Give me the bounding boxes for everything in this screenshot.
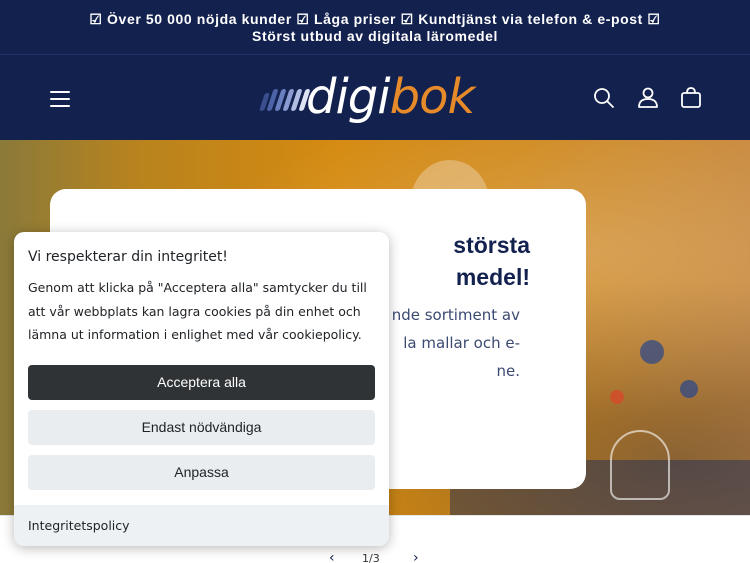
search-icon[interactable] [591, 85, 617, 111]
slider-counter: 1/3 [362, 552, 380, 563]
hero-photo-vase [610, 430, 670, 500]
hero-photo-flower [680, 380, 698, 398]
announcement-line-2: Störst utbud av digitala läromedel [252, 28, 498, 44]
account-icon[interactable] [635, 85, 661, 111]
logo-wordmark: digibok [306, 65, 476, 129]
cart-icon[interactable] [678, 85, 704, 111]
slider-next-button[interactable]: › [413, 550, 419, 563]
site-header: digibok [0, 55, 750, 140]
necessary-only-button[interactable]: Endast nödvändiga [28, 410, 375, 445]
site-logo[interactable]: digibok [256, 67, 496, 131]
slider-prev-button[interactable]: ‹ [329, 550, 335, 563]
accept-all-button[interactable]: Acceptera alla [28, 365, 375, 400]
menu-icon[interactable] [50, 91, 70, 107]
privacy-policy-link[interactable]: Integritetspolicy [28, 518, 130, 533]
customize-button[interactable]: Anpassa [28, 455, 375, 490]
consent-title: Vi respekterar din integritet! [28, 249, 228, 265]
cookie-consent-dialog: Vi respekterar din integritet! Genom att… [14, 232, 389, 546]
hero-photo-flower [640, 340, 664, 364]
announcement-bar: ☑ Över 50 000 nöjda kunder ☑ Låga priser… [0, 0, 750, 55]
hero-photo-flower [610, 390, 624, 404]
announcement-line-1: ☑ Över 50 000 nöjda kunder ☑ Låga priser… [89, 11, 661, 27]
consent-body: Genom att klicka på "Acceptera alla" sam… [28, 280, 367, 342]
logo-part-digi: digi [306, 69, 391, 125]
logo-part-bok: bok [389, 69, 476, 125]
consent-footer: Integritetspolicy [14, 505, 389, 546]
